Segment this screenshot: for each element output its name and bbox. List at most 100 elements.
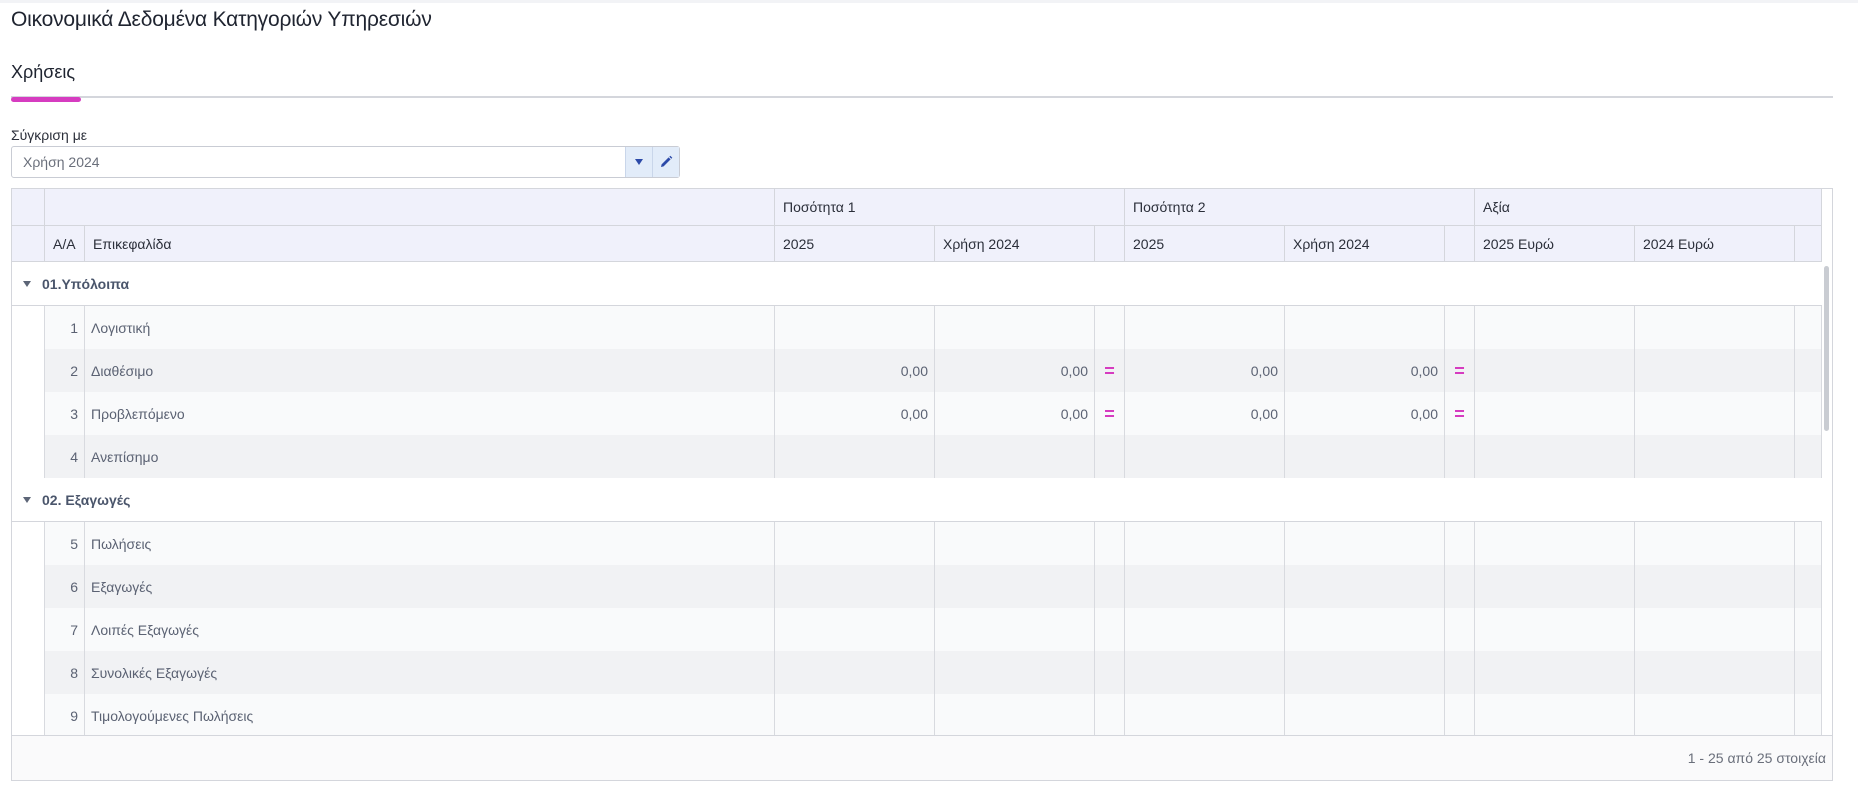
cell-q1-current[interactable]	[775, 608, 935, 651]
cell-aa[interactable]: 5	[45, 522, 85, 565]
column-header-heading[interactable]: Επικεφαλίδα	[85, 226, 775, 261]
tab-usage-years[interactable]: Χρήσεις	[11, 60, 81, 102]
cell-q2-compare	[1445, 306, 1475, 349]
cell-value-current[interactable]	[1475, 435, 1635, 478]
cell-heading[interactable]: Προβλεπόμενο	[85, 392, 775, 435]
cell-q2-current[interactable]: 0,00	[1125, 349, 1285, 392]
cell-q2-previous[interactable]: 0,00	[1285, 392, 1445, 435]
cell-q2-previous[interactable]	[1285, 694, 1445, 735]
cell-value-previous[interactable]	[1635, 565, 1795, 608]
cell-q1-previous[interactable]	[935, 435, 1095, 478]
cell-value-current[interactable]	[1475, 392, 1635, 435]
cell-q1-current[interactable]	[775, 522, 935, 565]
cell-q1-current[interactable]	[775, 306, 935, 349]
collapse-triangle-icon[interactable]	[23, 281, 31, 287]
cell-value-previous[interactable]	[1635, 435, 1795, 478]
cell-q1-current[interactable]	[775, 565, 935, 608]
table-row[interactable]: 6 Εξαγωγές	[12, 565, 1822, 608]
group-row[interactable]: 01.Υπόλοιπα	[12, 262, 1822, 306]
cell-q2-current[interactable]	[1125, 306, 1285, 349]
vertical-scrollbar[interactable]	[1824, 266, 1829, 431]
cell-heading[interactable]: Τιμολογούμενες Πωλήσεις	[85, 694, 775, 735]
row-indent-cell	[12, 435, 45, 478]
cell-value-previous[interactable]	[1635, 522, 1795, 565]
cell-q1-current[interactable]	[775, 651, 935, 694]
cell-heading[interactable]: Συνολικές Εξαγωγές	[85, 651, 775, 694]
table-row[interactable]: 9 Τιμολογούμενες Πωλήσεις	[12, 694, 1822, 735]
cell-aa[interactable]: 3	[45, 392, 85, 435]
cell-value-current[interactable]	[1475, 522, 1635, 565]
table-row[interactable]: 5 Πωλήσεις	[12, 522, 1822, 565]
column-header-value-previous[interactable]: 2024 Ευρώ	[1635, 226, 1795, 261]
table-row[interactable]: 1 Λογιστική	[12, 306, 1822, 349]
cell-heading[interactable]: Λογιστική	[85, 306, 775, 349]
cell-q2-previous[interactable]	[1285, 608, 1445, 651]
compare-edit-button[interactable]	[652, 147, 679, 177]
compare-dropdown-button[interactable]	[625, 147, 652, 177]
cell-aa[interactable]: 7	[45, 608, 85, 651]
cell-q2-previous[interactable]	[1285, 435, 1445, 478]
group-row[interactable]: 02. Εξαγωγές	[12, 478, 1822, 522]
collapse-triangle-icon[interactable]	[23, 497, 31, 503]
cell-q1-previous[interactable]	[935, 608, 1095, 651]
cell-value-previous[interactable]	[1635, 694, 1795, 735]
cell-heading[interactable]: Εξαγωγές	[85, 565, 775, 608]
cell-q1-current[interactable]	[775, 435, 935, 478]
cell-q1-current[interactable]: 0,00	[775, 392, 935, 435]
cell-q2-previous[interactable]	[1285, 565, 1445, 608]
column-header-q1-current[interactable]: 2025	[775, 226, 935, 261]
cell-aa[interactable]: 9	[45, 694, 85, 735]
cell-q1-current[interactable]	[775, 694, 935, 735]
cell-heading[interactable]: Λοιπές Εξαγωγές	[85, 608, 775, 651]
cell-value-previous[interactable]	[1635, 392, 1795, 435]
cell-value-current[interactable]	[1475, 565, 1635, 608]
cell-q2-current[interactable]	[1125, 694, 1285, 735]
cell-q2-previous[interactable]: 0,00	[1285, 349, 1445, 392]
cell-q1-previous[interactable]: 0,00	[935, 349, 1095, 392]
cell-heading[interactable]: Ανεπίσημο	[85, 435, 775, 478]
cell-value-current[interactable]	[1475, 349, 1635, 392]
column-header-aa[interactable]: Α/Α	[45, 226, 85, 261]
table-row[interactable]: 2 Διαθέσιμο 0,00 0,00 = 0,00 0,00 =	[12, 349, 1822, 392]
cell-q1-current[interactable]: 0,00	[775, 349, 935, 392]
cell-q2-current[interactable]	[1125, 651, 1285, 694]
column-header-q2-current[interactable]: 2025	[1125, 226, 1285, 261]
cell-q2-previous[interactable]	[1285, 651, 1445, 694]
cell-q2-current[interactable]: 0,00	[1125, 392, 1285, 435]
cell-q1-previous[interactable]	[935, 565, 1095, 608]
cell-q2-previous[interactable]	[1285, 522, 1445, 565]
table-row[interactable]: 7 Λοιπές Εξαγωγές	[12, 608, 1822, 651]
cell-value-current[interactable]	[1475, 694, 1635, 735]
column-header-value-current[interactable]: 2025 Ευρώ	[1475, 226, 1635, 261]
cell-q2-current[interactable]	[1125, 565, 1285, 608]
cell-heading[interactable]: Διαθέσιμο	[85, 349, 775, 392]
column-header-q2-previous[interactable]: Χρήση 2024	[1285, 226, 1445, 261]
cell-q2-current[interactable]	[1125, 522, 1285, 565]
cell-q2-previous[interactable]	[1285, 306, 1445, 349]
cell-heading[interactable]: Πωλήσεις	[85, 522, 775, 565]
table-row[interactable]: 4 Ανεπίσημο	[12, 435, 1822, 478]
cell-aa[interactable]: 8	[45, 651, 85, 694]
cell-value-previous[interactable]	[1635, 306, 1795, 349]
table-row[interactable]: 8 Συνολικές Εξαγωγές	[12, 651, 1822, 694]
cell-q1-previous[interactable]	[935, 306, 1095, 349]
cell-q1-previous[interactable]: 0,00	[935, 392, 1095, 435]
cell-value-current[interactable]	[1475, 306, 1635, 349]
cell-q2-current[interactable]	[1125, 608, 1285, 651]
cell-value-current[interactable]	[1475, 651, 1635, 694]
cell-aa[interactable]: 1	[45, 306, 85, 349]
cell-q2-current[interactable]	[1125, 435, 1285, 478]
table-row[interactable]: 3 Προβλεπόμενο 0,00 0,00 = 0,00 0,00 =	[12, 392, 1822, 435]
compare-select[interactable]: Χρήση 2024	[11, 146, 680, 178]
column-header-q1-previous[interactable]: Χρήση 2024	[935, 226, 1095, 261]
cell-q1-previous[interactable]	[935, 694, 1095, 735]
cell-q1-previous[interactable]	[935, 651, 1095, 694]
cell-q1-previous[interactable]	[935, 522, 1095, 565]
cell-value-current[interactable]	[1475, 608, 1635, 651]
cell-value-previous[interactable]	[1635, 349, 1795, 392]
cell-aa[interactable]: 2	[45, 349, 85, 392]
cell-aa[interactable]: 6	[45, 565, 85, 608]
cell-aa[interactable]: 4	[45, 435, 85, 478]
cell-value-previous[interactable]	[1635, 651, 1795, 694]
cell-value-previous[interactable]	[1635, 608, 1795, 651]
